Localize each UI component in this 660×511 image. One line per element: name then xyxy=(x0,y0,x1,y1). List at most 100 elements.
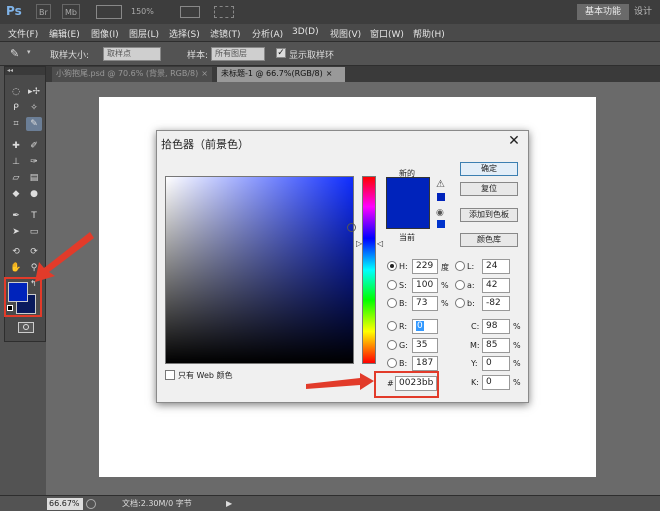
close-icon[interactable]: ✕ xyxy=(506,133,522,149)
blue-field[interactable]: 187 xyxy=(412,356,438,371)
hue-slider[interactable] xyxy=(362,176,376,364)
3d-rotate-icon[interactable]: ⟲ xyxy=(8,245,24,259)
color-field-marker[interactable] xyxy=(347,223,356,232)
brightness-radio[interactable] xyxy=(387,298,397,308)
lasso-icon[interactable]: ᑭ xyxy=(8,101,24,115)
add-to-swatches-button[interactable]: 添加到色板 xyxy=(460,208,518,222)
quick-select-icon[interactable]: ✧ xyxy=(26,101,42,115)
black-field[interactable]: 0 xyxy=(482,375,510,390)
zoom-level-select[interactable]: 150% xyxy=(131,4,154,19)
saturation-label: S: xyxy=(399,281,407,290)
status-menu-arrow-icon[interactable]: ▶ xyxy=(226,498,232,510)
red-value: 0 xyxy=(416,321,424,331)
tab-close-icon[interactable]: × xyxy=(326,69,333,78)
cyan-field[interactable]: 98 xyxy=(482,319,510,334)
menu-layer[interactable]: 图层(L) xyxy=(129,27,159,40)
quick-mask-icon[interactable] xyxy=(18,322,34,333)
minibridge-button[interactable]: Mb xyxy=(62,4,80,19)
rect-marquee-icon[interactable]: ◌ xyxy=(8,85,24,99)
saturation-unit: % xyxy=(441,281,449,290)
brush-icon[interactable]: ✐ xyxy=(26,139,42,153)
b-channel-radio[interactable] xyxy=(455,298,465,308)
view-extras-icon[interactable] xyxy=(96,5,122,19)
screen-mode-icon[interactable] xyxy=(214,6,234,18)
lightness-field[interactable]: 24 xyxy=(482,259,510,274)
spot-heal-icon[interactable]: ✚ xyxy=(8,139,24,153)
menu-view[interactable]: 视图(V) xyxy=(330,27,361,40)
3d-orbit-icon[interactable]: ⟳ xyxy=(26,245,42,259)
red-label: R: xyxy=(399,322,408,331)
sample-select[interactable]: 所有图层 xyxy=(211,47,265,61)
menu-window[interactable]: 窗口(W) xyxy=(370,27,404,40)
magenta-field[interactable]: 85 xyxy=(482,338,510,353)
type-tool-icon[interactable]: T xyxy=(26,209,42,223)
menu-image[interactable]: 图像(I) xyxy=(91,27,119,40)
b-channel-field[interactable]: -82 xyxy=(482,296,510,311)
a-channel-radio[interactable] xyxy=(455,280,465,290)
red-field[interactable]: 0 xyxy=(412,319,438,334)
eyedropper-icon[interactable]: ✎ xyxy=(26,117,42,131)
arrange-documents-icon[interactable] xyxy=(180,6,200,18)
reset-button[interactable]: 复位 xyxy=(460,182,518,196)
cyan-unit: % xyxy=(513,322,521,331)
web-colors-only-checkbox[interactable] xyxy=(165,370,175,380)
zoom-field[interactable]: 66.67% xyxy=(47,498,83,510)
tools-collapse-handle[interactable]: ◂◂ xyxy=(5,67,45,75)
zoom-icon[interactable] xyxy=(86,499,96,509)
web-safe-swatch[interactable] xyxy=(437,220,445,228)
hand-tool-icon[interactable]: ✋ xyxy=(8,261,24,275)
brightness-field[interactable]: 73 xyxy=(412,296,438,311)
crop-icon[interactable]: ⌗ xyxy=(8,117,24,131)
yellow-field[interactable]: 0 xyxy=(482,356,510,371)
green-field[interactable]: 35 xyxy=(412,338,438,353)
blue-radio[interactable] xyxy=(387,358,397,368)
show-ring-checkbox[interactable]: ✓ xyxy=(276,48,286,58)
workspace-essentials-button[interactable]: 基本功能 xyxy=(577,4,629,20)
dialog-title: 拾色器（前景色） xyxy=(161,138,249,151)
pen-icon[interactable]: ✒ xyxy=(8,209,24,223)
bridge-button[interactable]: Br xyxy=(36,4,51,19)
saturation-brightness-field[interactable] xyxy=(165,176,356,364)
tab-puppy-doc[interactable]: 小狗抱尾.psd @ 70.6% (背景, RGB/8) × xyxy=(52,67,212,82)
color-libraries-button[interactable]: 颜色库 xyxy=(460,233,518,247)
lightness-radio[interactable] xyxy=(455,261,465,271)
gamut-swatch[interactable] xyxy=(437,193,445,201)
menu-filter[interactable]: 滤镜(T) xyxy=(210,27,241,40)
clone-stamp-icon[interactable]: ⊥ xyxy=(8,155,24,169)
preset-dropdown-icon[interactable]: ▾ xyxy=(27,48,31,56)
move-tool-icon[interactable]: ▸✢ xyxy=(26,85,42,99)
ok-button[interactable]: 确定 xyxy=(460,162,518,176)
tab-untitled-doc[interactable]: 未标题-1 @ 66.7%(RGB/8) × xyxy=(217,67,345,82)
workspace-design-button[interactable]: 设计 xyxy=(634,4,652,20)
menu-analysis[interactable]: 分析(A) xyxy=(252,27,283,40)
web-safe-warning-icon[interactable]: ◉ xyxy=(436,208,444,218)
gradient-icon[interactable]: ▤ xyxy=(26,171,42,185)
red-radio[interactable] xyxy=(387,321,397,331)
hue-radio[interactable] xyxy=(387,261,397,271)
menu-help[interactable]: 帮助(H) xyxy=(413,27,445,40)
saturation-radio[interactable] xyxy=(387,280,397,290)
a-channel-field[interactable]: 42 xyxy=(482,278,510,293)
annotation-highlight-box xyxy=(4,277,42,317)
menu-select[interactable]: 选择(S) xyxy=(169,27,200,40)
green-label: G: xyxy=(399,341,408,350)
dodge-icon[interactable]: ● xyxy=(26,187,42,201)
shape-tool-icon[interactable]: ▭ xyxy=(26,225,42,239)
saturation-field[interactable]: 100 xyxy=(412,278,438,293)
history-brush-icon[interactable]: ✑ xyxy=(26,155,42,169)
eyedropper-preset-icon[interactable]: ✎ xyxy=(10,47,24,61)
zoom-tool-icon[interactable]: ⚲ xyxy=(26,261,42,275)
tab-close-icon[interactable]: × xyxy=(201,69,208,78)
menu-edit[interactable]: 编辑(E) xyxy=(49,27,80,40)
out-of-gamut-warning-icon[interactable]: ⚠ xyxy=(436,179,445,190)
sample-size-select[interactable]: 取样点 xyxy=(103,47,161,61)
hue-slider-left-arrow-icon[interactable]: ▷ xyxy=(356,239,362,248)
hue-slider-right-arrow-icon[interactable]: ◁ xyxy=(377,239,383,248)
blur-icon[interactable]: ◆ xyxy=(8,187,24,201)
green-radio[interactable] xyxy=(387,340,397,350)
menu-file[interactable]: 文件(F) xyxy=(8,27,38,40)
hue-field[interactable]: 229 xyxy=(412,259,438,274)
eraser-icon[interactable]: ▱ xyxy=(8,171,24,185)
path-select-icon[interactable]: ➤ xyxy=(8,225,24,239)
menu-3d[interactable]: 3D(D) xyxy=(292,27,319,37)
